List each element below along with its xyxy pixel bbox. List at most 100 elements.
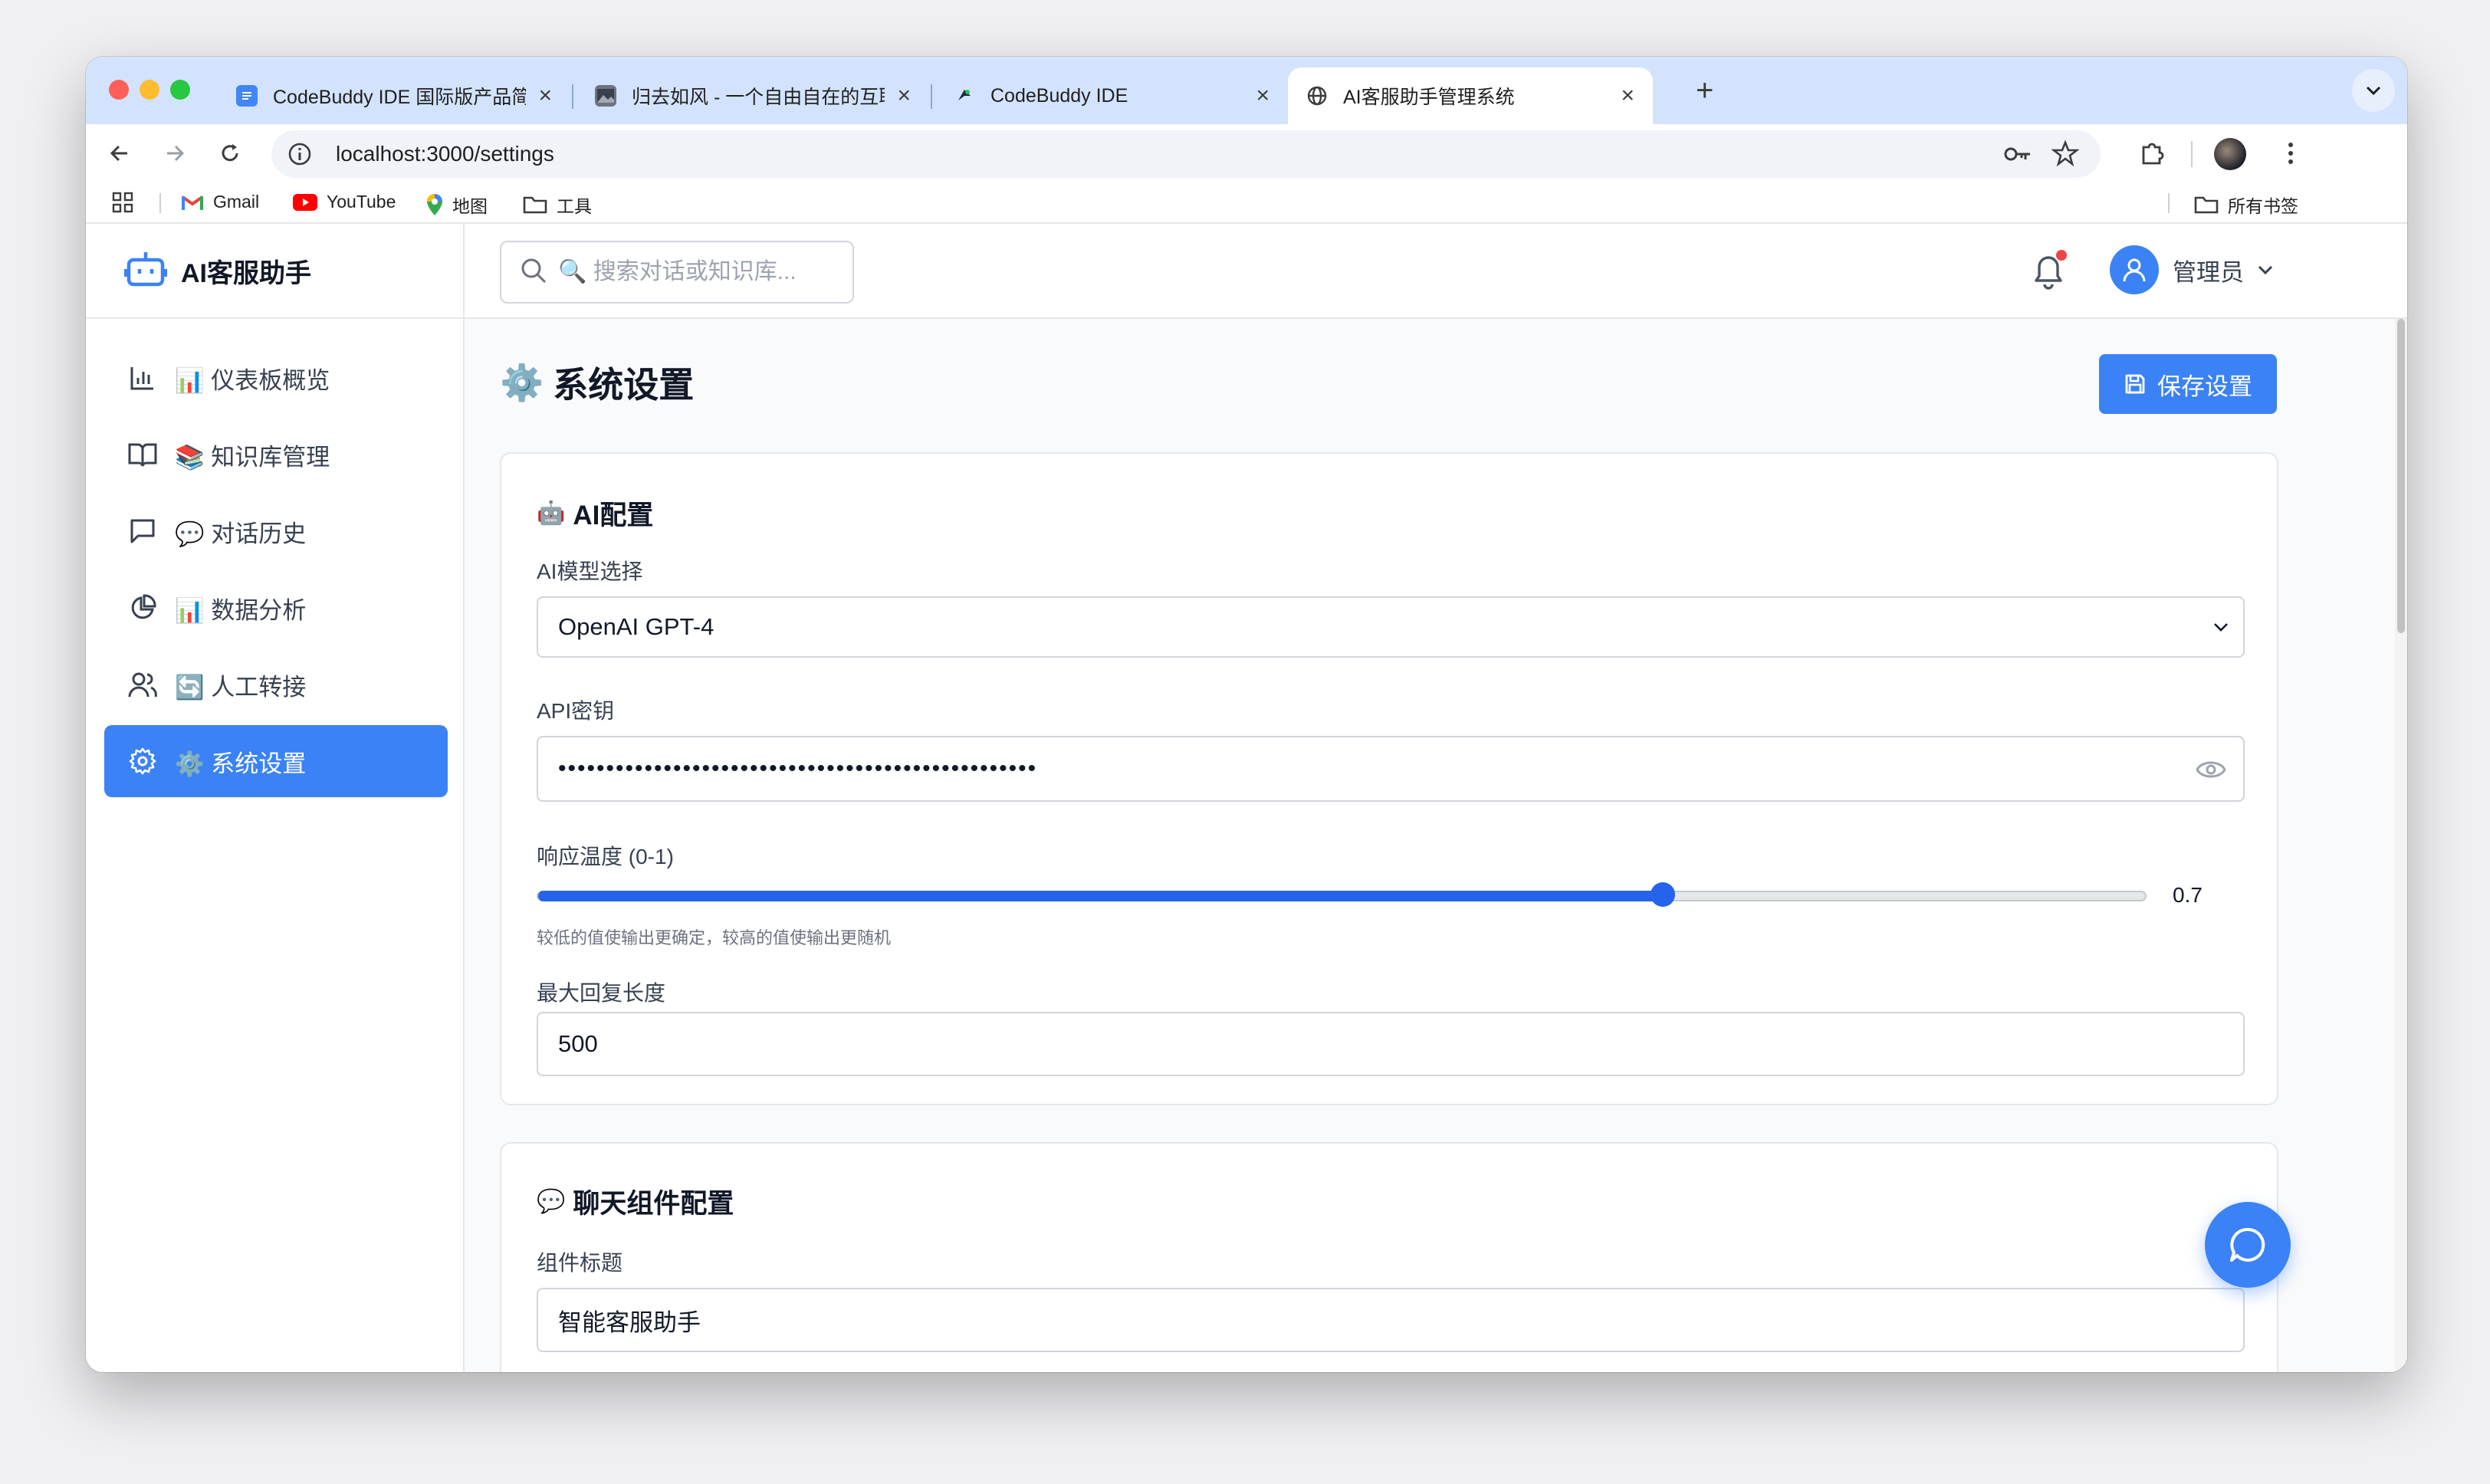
all-bookmarks-folder[interactable]: 所有书签	[2194, 192, 2298, 218]
widget-title-input[interactable]: 智能客服助手	[537, 1288, 2245, 1352]
minimize-window-button[interactable]	[140, 80, 159, 100]
site-info-icon[interactable]	[287, 141, 313, 171]
temperature-value: 0.7	[2173, 883, 2203, 907]
bookmark-youtube[interactable]: YouTube	[293, 192, 396, 212]
max-length-label: 最大回复长度	[537, 981, 666, 1005]
message-icon	[127, 516, 158, 547]
settings-icon	[127, 746, 158, 776]
password-key-icon[interactable]	[2002, 141, 2033, 171]
tab-title: CodeBuddy IDE	[990, 84, 1128, 107]
chat-bubble-icon	[2230, 1227, 2265, 1262]
notification-button[interactable]	[2030, 250, 2070, 291]
codebuddy-icon	[954, 85, 975, 107]
search-input[interactable]	[558, 259, 849, 285]
users-icon	[127, 669, 158, 700]
chat-widget-button[interactable]	[2205, 1202, 2291, 1288]
youtube-icon	[293, 193, 317, 212]
save-icon	[2124, 373, 2147, 396]
bookmark-star-icon[interactable]	[2051, 140, 2080, 171]
tab-separator	[572, 84, 573, 109]
close-tab-icon[interactable]: ×	[1256, 83, 1270, 109]
more-vertical-icon	[2288, 143, 2293, 164]
browser-tab[interactable]: CodeBuddy IDE 国际版产品简 ×	[218, 67, 570, 124]
model-select[interactable]: OpenAI GPT-4	[537, 596, 2245, 658]
chevron-down-icon	[2258, 265, 2273, 275]
save-settings-button[interactable]: 保存设置	[2099, 354, 2277, 414]
chevron-down-icon	[2214, 623, 2228, 632]
bookmark-tools-folder[interactable]: 工具	[523, 192, 592, 218]
browser-tab[interactable]: CodeBuddy IDE ×	[935, 67, 1288, 124]
api-key-input[interactable]: ••••••••••••••••••••••••••••••••••••••••…	[537, 736, 2245, 802]
app-logo[interactable]: AI客服助手	[86, 224, 463, 319]
speech-emoji: 💬	[537, 1189, 566, 1214]
arrow-right-icon	[167, 145, 185, 162]
apps-icon[interactable]	[112, 192, 133, 213]
close-tab-icon[interactable]: ×	[1621, 83, 1634, 109]
browser-toolbar: localhost:3000/settings	[86, 124, 2407, 182]
slider-fill	[538, 891, 1664, 901]
forward-button[interactable]	[156, 135, 193, 172]
scrollbar-thumb[interactable]	[2397, 319, 2405, 633]
robot-emoji: 🤖	[537, 501, 566, 526]
browser-window: CodeBuddy IDE 国际版产品简 × 归去如风 - 一个自由自在的互联 …	[86, 57, 2407, 1372]
sidebar-item-handoff[interactable]: 🔄 人工转接	[104, 648, 448, 721]
sidebar-item-label: 📊 数据分析	[175, 596, 307, 624]
close-tab-icon[interactable]: ×	[538, 83, 552, 109]
extensions-button[interactable]	[2134, 135, 2171, 172]
top-header: 管理员	[465, 224, 2407, 319]
page-scrollbar[interactable]	[2395, 319, 2407, 1372]
eye-icon[interactable]	[2196, 756, 2226, 790]
browser-menu-button[interactable]	[2272, 135, 2309, 172]
slider-thumb[interactable]	[1651, 882, 1676, 907]
globe-icon	[1306, 85, 1328, 107]
sidebar-item-conversations[interactable]: 💬 对话历史	[104, 495, 448, 567]
reload-button[interactable]	[212, 135, 248, 172]
close-window-button[interactable]	[109, 80, 129, 100]
tab-title: 归去如风 - 一个自由自在的互联	[632, 87, 885, 108]
sidebar-item-label: 💬 对话历史	[175, 520, 307, 547]
model-select-value: OpenAI GPT-4	[558, 613, 714, 640]
temperature-slider[interactable]	[537, 882, 2147, 907]
maximize-window-button[interactable]	[170, 80, 190, 100]
model-label: AI模型选择	[537, 560, 643, 583]
main-content: ⚙️ 系统设置 保存设置 🤖 AI配置 AI模型选择 OpenAI GPT-4 …	[465, 319, 2407, 1372]
back-button[interactable]	[101, 135, 138, 172]
folder-icon	[2194, 195, 2219, 215]
sidebar-item-label: 🔄 人工转接	[175, 673, 307, 701]
card-title: 💬 聊天组件配置	[537, 1182, 734, 1221]
sidebar-item-analytics[interactable]: 📊 数据分析	[104, 572, 448, 644]
user-menu[interactable]: 管理员	[2110, 245, 2275, 294]
sidebar-item-label: ⚙️ 系统设置	[175, 750, 307, 777]
image-icon	[595, 85, 616, 107]
bookmark-maps[interactable]: 地图	[426, 192, 488, 218]
sidebar-item-dashboard[interactable]: 📊 仪表板概览	[104, 342, 448, 414]
browser-tab-active[interactable]: AI客服助手管理系统 ×	[1288, 67, 1653, 124]
robot-icon	[123, 248, 168, 294]
search-box[interactable]	[500, 241, 854, 304]
page-title: ⚙️ 系统设置	[500, 357, 694, 408]
tab-title: CodeBuddy IDE 国际版产品简	[273, 87, 527, 108]
sidebar-item-knowledge[interactable]: 📚 知识库管理	[104, 419, 448, 491]
user-name: 管理员	[2173, 258, 2244, 286]
close-tab-icon[interactable]: ×	[897, 83, 911, 109]
bookmark-label: 地图	[452, 196, 488, 216]
browser-tab[interactable]: 归去如风 - 一个自由自在的互联 ×	[577, 67, 929, 124]
new-tab-icon[interactable]: +	[1696, 74, 1713, 108]
sidebar: AI客服助手 📊 仪表板概览 📚 知识库管理 💬 对话历史 📊 数据分析 🔄 人…	[86, 224, 465, 1372]
bookmark-gmail[interactable]: Gmail	[181, 192, 259, 212]
toolbar-divider	[2191, 141, 2193, 167]
bookmark-divider	[2168, 193, 2170, 213]
tab-search-button[interactable]	[2352, 69, 2395, 112]
sidebar-item-settings[interactable]: ⚙️ 系统设置	[104, 725, 448, 797]
bookmark-label: 工具	[557, 196, 592, 216]
address-bar[interactable]: localhost:3000/settings	[271, 130, 2101, 178]
pie-chart-icon	[127, 593, 158, 623]
card-title-text: 聊天组件配置	[573, 1189, 734, 1219]
reload-icon	[222, 144, 238, 162]
gmail-icon	[181, 194, 204, 211]
maps-pin-icon	[426, 193, 443, 216]
url-text[interactable]: localhost:3000/settings	[336, 142, 554, 166]
max-length-input[interactable]: 500	[537, 1012, 2245, 1076]
profile-avatar[interactable]	[2214, 138, 2246, 170]
sidebar-item-label: 📊 仪表板概览	[175, 366, 330, 394]
